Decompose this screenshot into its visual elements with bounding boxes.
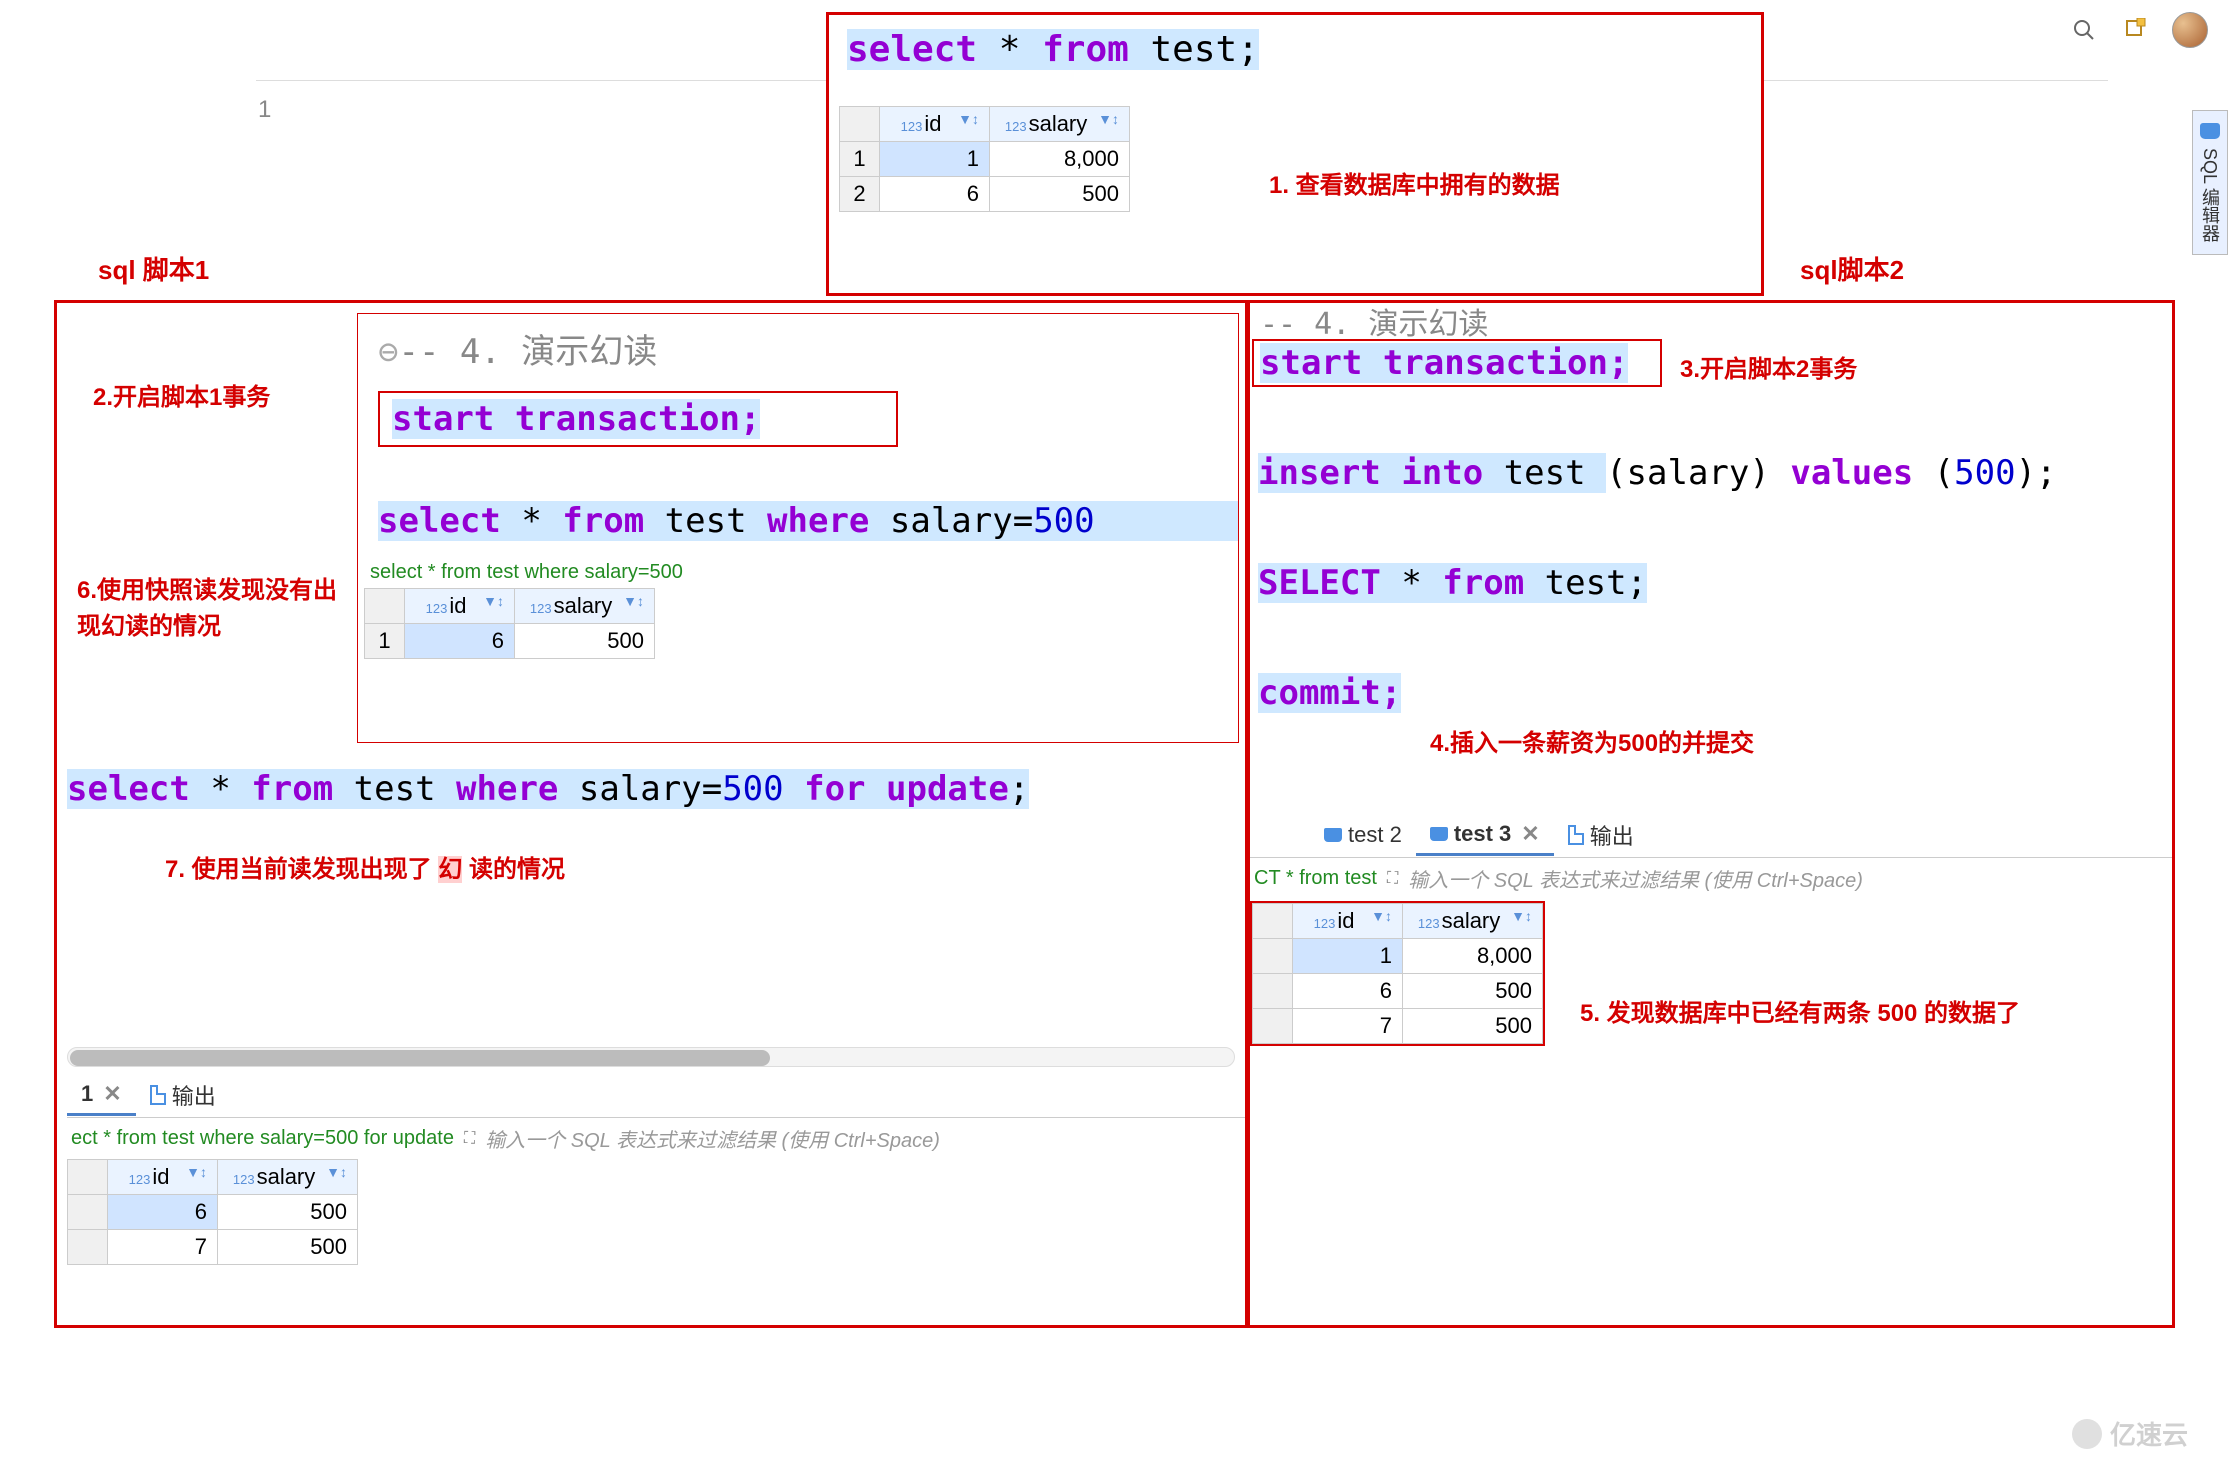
search-icon[interactable] [2068,14,2100,46]
close-icon[interactable]: ✕ [103,1081,121,1107]
result-table-top: 123id▼↕ 123salary▼↕ 118,000 26500 [839,106,1130,212]
annotation-1: 1. 查看数据库中拥有的数据 [1269,165,1560,200]
table-row[interactable]: 6500 [68,1195,358,1230]
col-header-id[interactable]: 123id▼↕ [1293,904,1403,939]
horizontal-scrollbar[interactable] [67,1047,1235,1067]
watermark: 亿速云 [2072,1415,2188,1452]
box-result-right: 123id▼↕ 123salary▼↕ 18,000 6500 7500 [1250,901,1545,1046]
table-row[interactable]: 7500 [1253,1009,1543,1044]
table-row[interactable]: 26500 [840,177,1130,212]
expand-icon[interactable]: ⛶ [1387,870,1398,888]
tab-test-2[interactable]: test 2 [1310,816,1416,854]
annotation-2: 2.开启脚本1事务 [93,377,270,412]
tab-test-3[interactable]: test 3✕ [1416,815,1554,856]
panel-top: select * from test; 123id▼↕ 123salary▼↕ … [826,12,1764,296]
database-icon [2200,123,2220,139]
expand-icon[interactable]: ⛶ [464,1130,475,1148]
sql-insert: insert into test (salary) values (500); [1258,453,2057,493]
cloud-icon [2072,1419,2102,1449]
panel-left: 2.开启脚本1事务 ⊖-- 4. 演示幻读 start transaction;… [54,300,1248,1328]
sql-commit: commit; [1258,673,1401,713]
filter-input[interactable]: 输入一个 SQL 表达式来过滤结果 (使用 Ctrl+Space) [485,1124,940,1153]
table-row[interactable]: 118,000 [840,142,1130,177]
sql-start-transaction-left: start transaction; [392,399,760,439]
output-icon [150,1085,166,1105]
box-start-tx-left: start transaction; [378,391,898,447]
annotation-6: 6.使用快照读发现没有出现幻读的情况 [77,573,337,645]
label-script1: sql 脚本1 [98,250,209,287]
annotation-3: 3.开启脚本2事务 [1680,349,1857,384]
box-snapshot: ⊖-- 4. 演示幻读 start transaction; select * … [357,313,1239,743]
annotation-5: 5. 发现数据库中已经有两条 500 的数据了 [1580,993,2020,1028]
avatar[interactable] [2172,12,2208,48]
comment-line: ⊖-- 4. 演示幻读 [358,314,1238,383]
result-table-left: 123id▼↕ 123salary▼↕ 6500 7500 [67,1159,358,1265]
bg-comment-right: -- 4. 演示幻读 [1260,299,1488,343]
sql-filter-row-left: ect * from test where salary=500 for upd… [67,1118,1245,1159]
table-row[interactable]: 6500 [1253,974,1543,1009]
sql-select-where: select * from test where salary=500 [378,501,1238,541]
col-header-salary[interactable]: 123salary▼↕ [515,589,655,624]
table-icon [1430,827,1448,841]
table-icon [1324,828,1342,842]
sql-start-transaction-right: start transaction; [1260,343,1628,383]
result-table-right: 123id▼↕ 123salary▼↕ 18,000 6500 7500 [1252,903,1543,1044]
right-sidebar-label: SQL 编辑器 [2200,148,2220,242]
sql-filter-row-right: CT * from test ⛶ 输入一个 SQL 表达式来过滤结果 (使用 C… [1250,858,2172,899]
annotation-4: 4.插入一条薪资为500的并提交 [1430,723,1754,758]
table-row[interactable]: 16500 [365,624,655,659]
col-header-salary[interactable]: 123salary▼↕ [990,107,1130,142]
sql-select-all: select * from test; [829,15,1761,78]
sql-select-right: SELECT * from test; [1258,563,1647,603]
annotation-7: 7. 使用当前读发现出现了 幻 读的情况 [165,849,565,884]
panel-right: -- 4. 演示幻读 start transaction; 3.开启脚本2事务 … [1247,300,2175,1328]
col-header-id[interactable]: 123id▼↕ [880,107,990,142]
perspective-icon[interactable] [2120,14,2152,46]
right-sidebar-sql-editor[interactable]: SQL 编辑器 [2192,110,2228,255]
tab-output[interactable]: 输出 [1554,813,1648,857]
close-icon[interactable]: ✕ [1521,821,1539,847]
tab-output[interactable]: 输出 [136,1073,230,1117]
result-tabs-left: 1✕ 输出 [67,1073,1245,1118]
result-table-snapshot: 123id▼↕ 123salary▼↕ 16500 [364,588,655,659]
mini-sql-text: select * from test where salary=500 [364,561,1238,584]
result-tabs-right: test 2 test 3✕ 输出 [1250,813,2172,858]
bg-line-number: 1 [258,96,271,124]
table-row[interactable]: 18,000 [1253,939,1543,974]
label-script2: sql脚本2 [1800,250,1904,287]
sql-select-for-update: select * from test where salary=500 for … [67,769,1029,809]
col-header-salary[interactable]: 123salary▼↕ [1403,904,1543,939]
box-start-tx-right: start transaction; [1252,339,1662,387]
tab-result-1[interactable]: 1✕ [67,1075,136,1116]
table-row[interactable]: 7500 [68,1230,358,1265]
col-header-id[interactable]: 123id▼↕ [405,589,515,624]
col-header-id[interactable]: 123id▼↕ [108,1160,218,1195]
col-header-salary[interactable]: 123salary▼↕ [218,1160,358,1195]
filter-input[interactable]: 输入一个 SQL 表达式来过滤结果 (使用 Ctrl+Space) [1408,864,1863,893]
output-icon [1568,825,1584,845]
